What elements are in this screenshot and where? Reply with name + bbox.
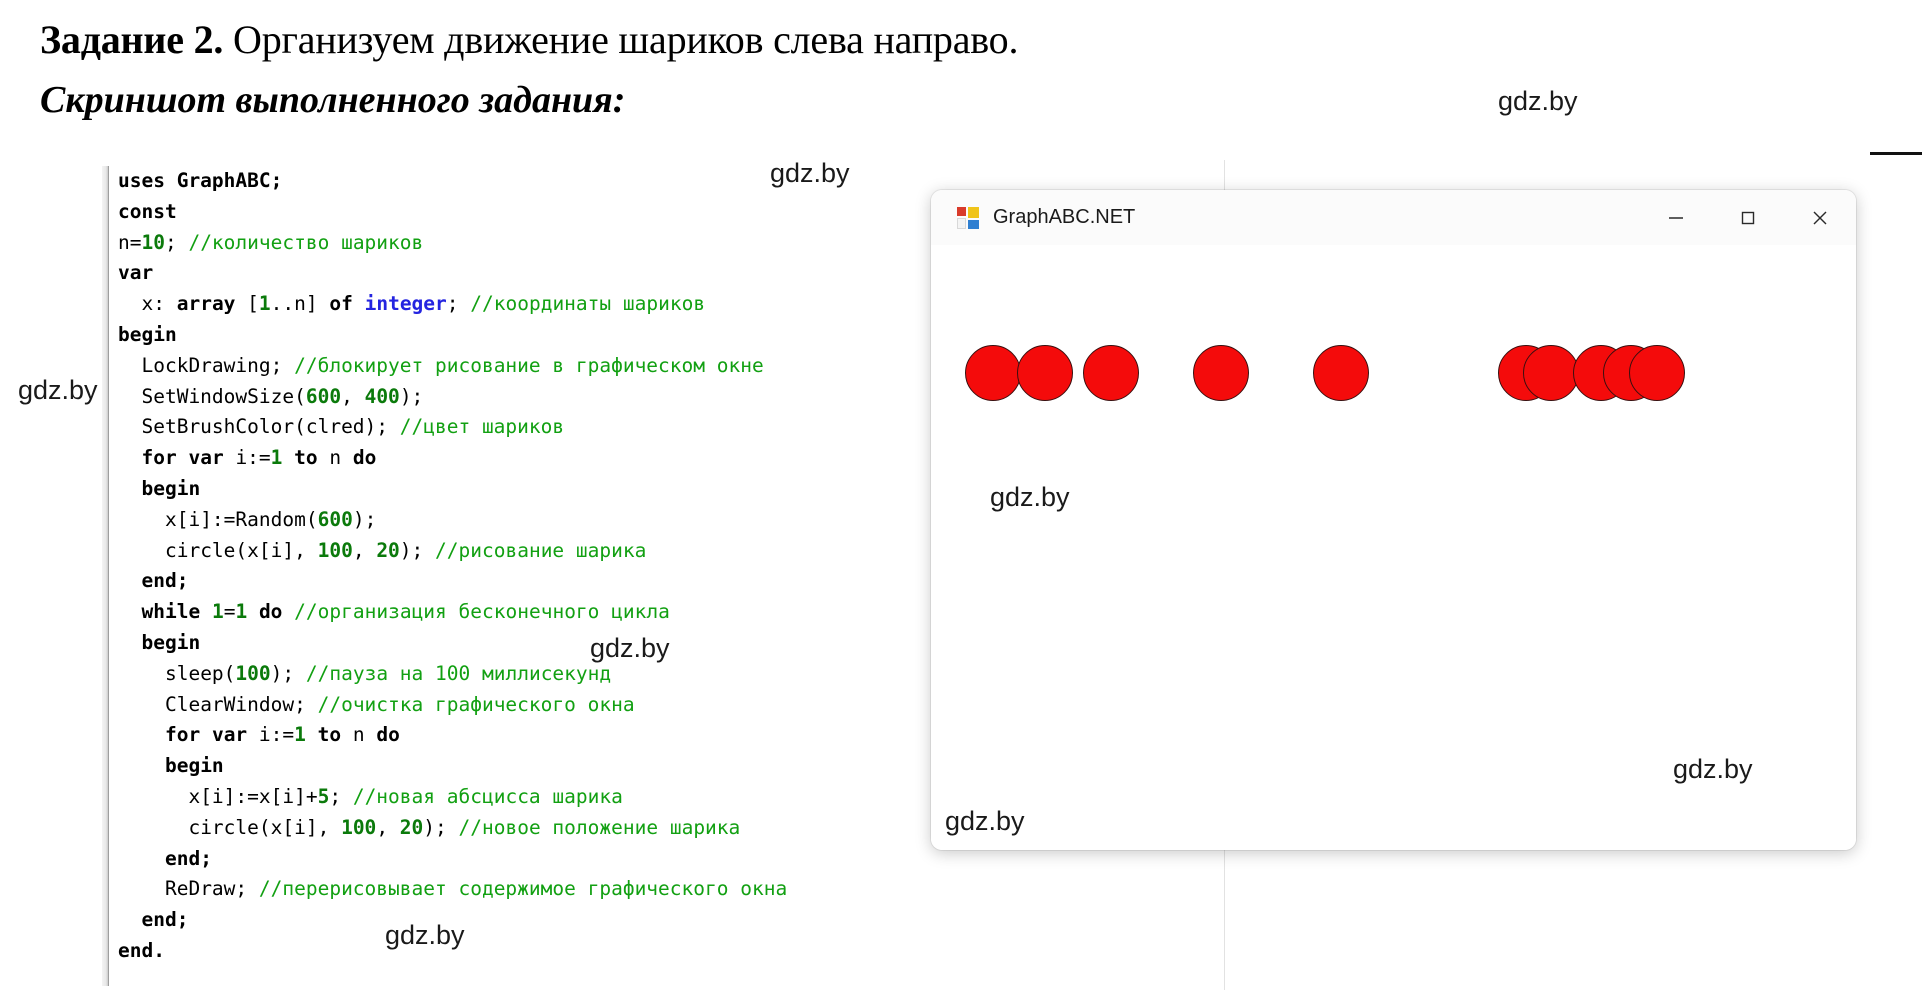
ball — [1017, 345, 1073, 401]
ball — [1083, 345, 1139, 401]
watermark: gdz.by — [990, 482, 1070, 512]
window-controls — [1640, 190, 1856, 245]
page-subtitle: Скриншот выполненного задания: — [40, 79, 626, 121]
graphabc-app-icon — [957, 206, 979, 229]
minimize-icon[interactable] — [1640, 190, 1712, 245]
page-title-bold: Задание 2. — [40, 17, 224, 62]
watermark: gdz.by — [1498, 86, 1578, 116]
page-title-rest: Организуем движение шариков слева направ… — [223, 17, 1019, 62]
ball — [965, 345, 1021, 401]
ball — [1629, 345, 1685, 401]
code-listing: uses GraphABC; const n=10; //количество … — [102, 166, 918, 986]
ball — [1193, 345, 1249, 401]
ball — [1313, 345, 1369, 401]
page-title: Задание 2. Организуем движение шариков с… — [40, 16, 1018, 63]
ball — [1523, 345, 1579, 401]
code-gutter — [102, 166, 109, 986]
slide-canvas: Задание 2. Организуем движение шариков с… — [0, 0, 1923, 1006]
close-icon[interactable] — [1784, 190, 1856, 245]
maximize-icon[interactable] — [1712, 190, 1784, 245]
window-title-text: GraphABC.NET — [993, 206, 1136, 228]
watermark: gdz.by — [770, 158, 850, 188]
watermark: gdz.by — [385, 920, 465, 950]
code-text: uses GraphABC; const n=10; //количество … — [118, 169, 788, 962]
watermark: gdz.by — [1673, 754, 1753, 784]
top-right-rule — [1870, 152, 1922, 155]
window-title-bar[interactable]: GraphABC.NET — [931, 190, 1856, 245]
watermark: gdz.by — [945, 806, 1025, 836]
watermark: gdz.by — [18, 375, 98, 405]
watermark: gdz.by — [590, 633, 670, 663]
graphabc-window: GraphABC.NET — [931, 190, 1856, 850]
